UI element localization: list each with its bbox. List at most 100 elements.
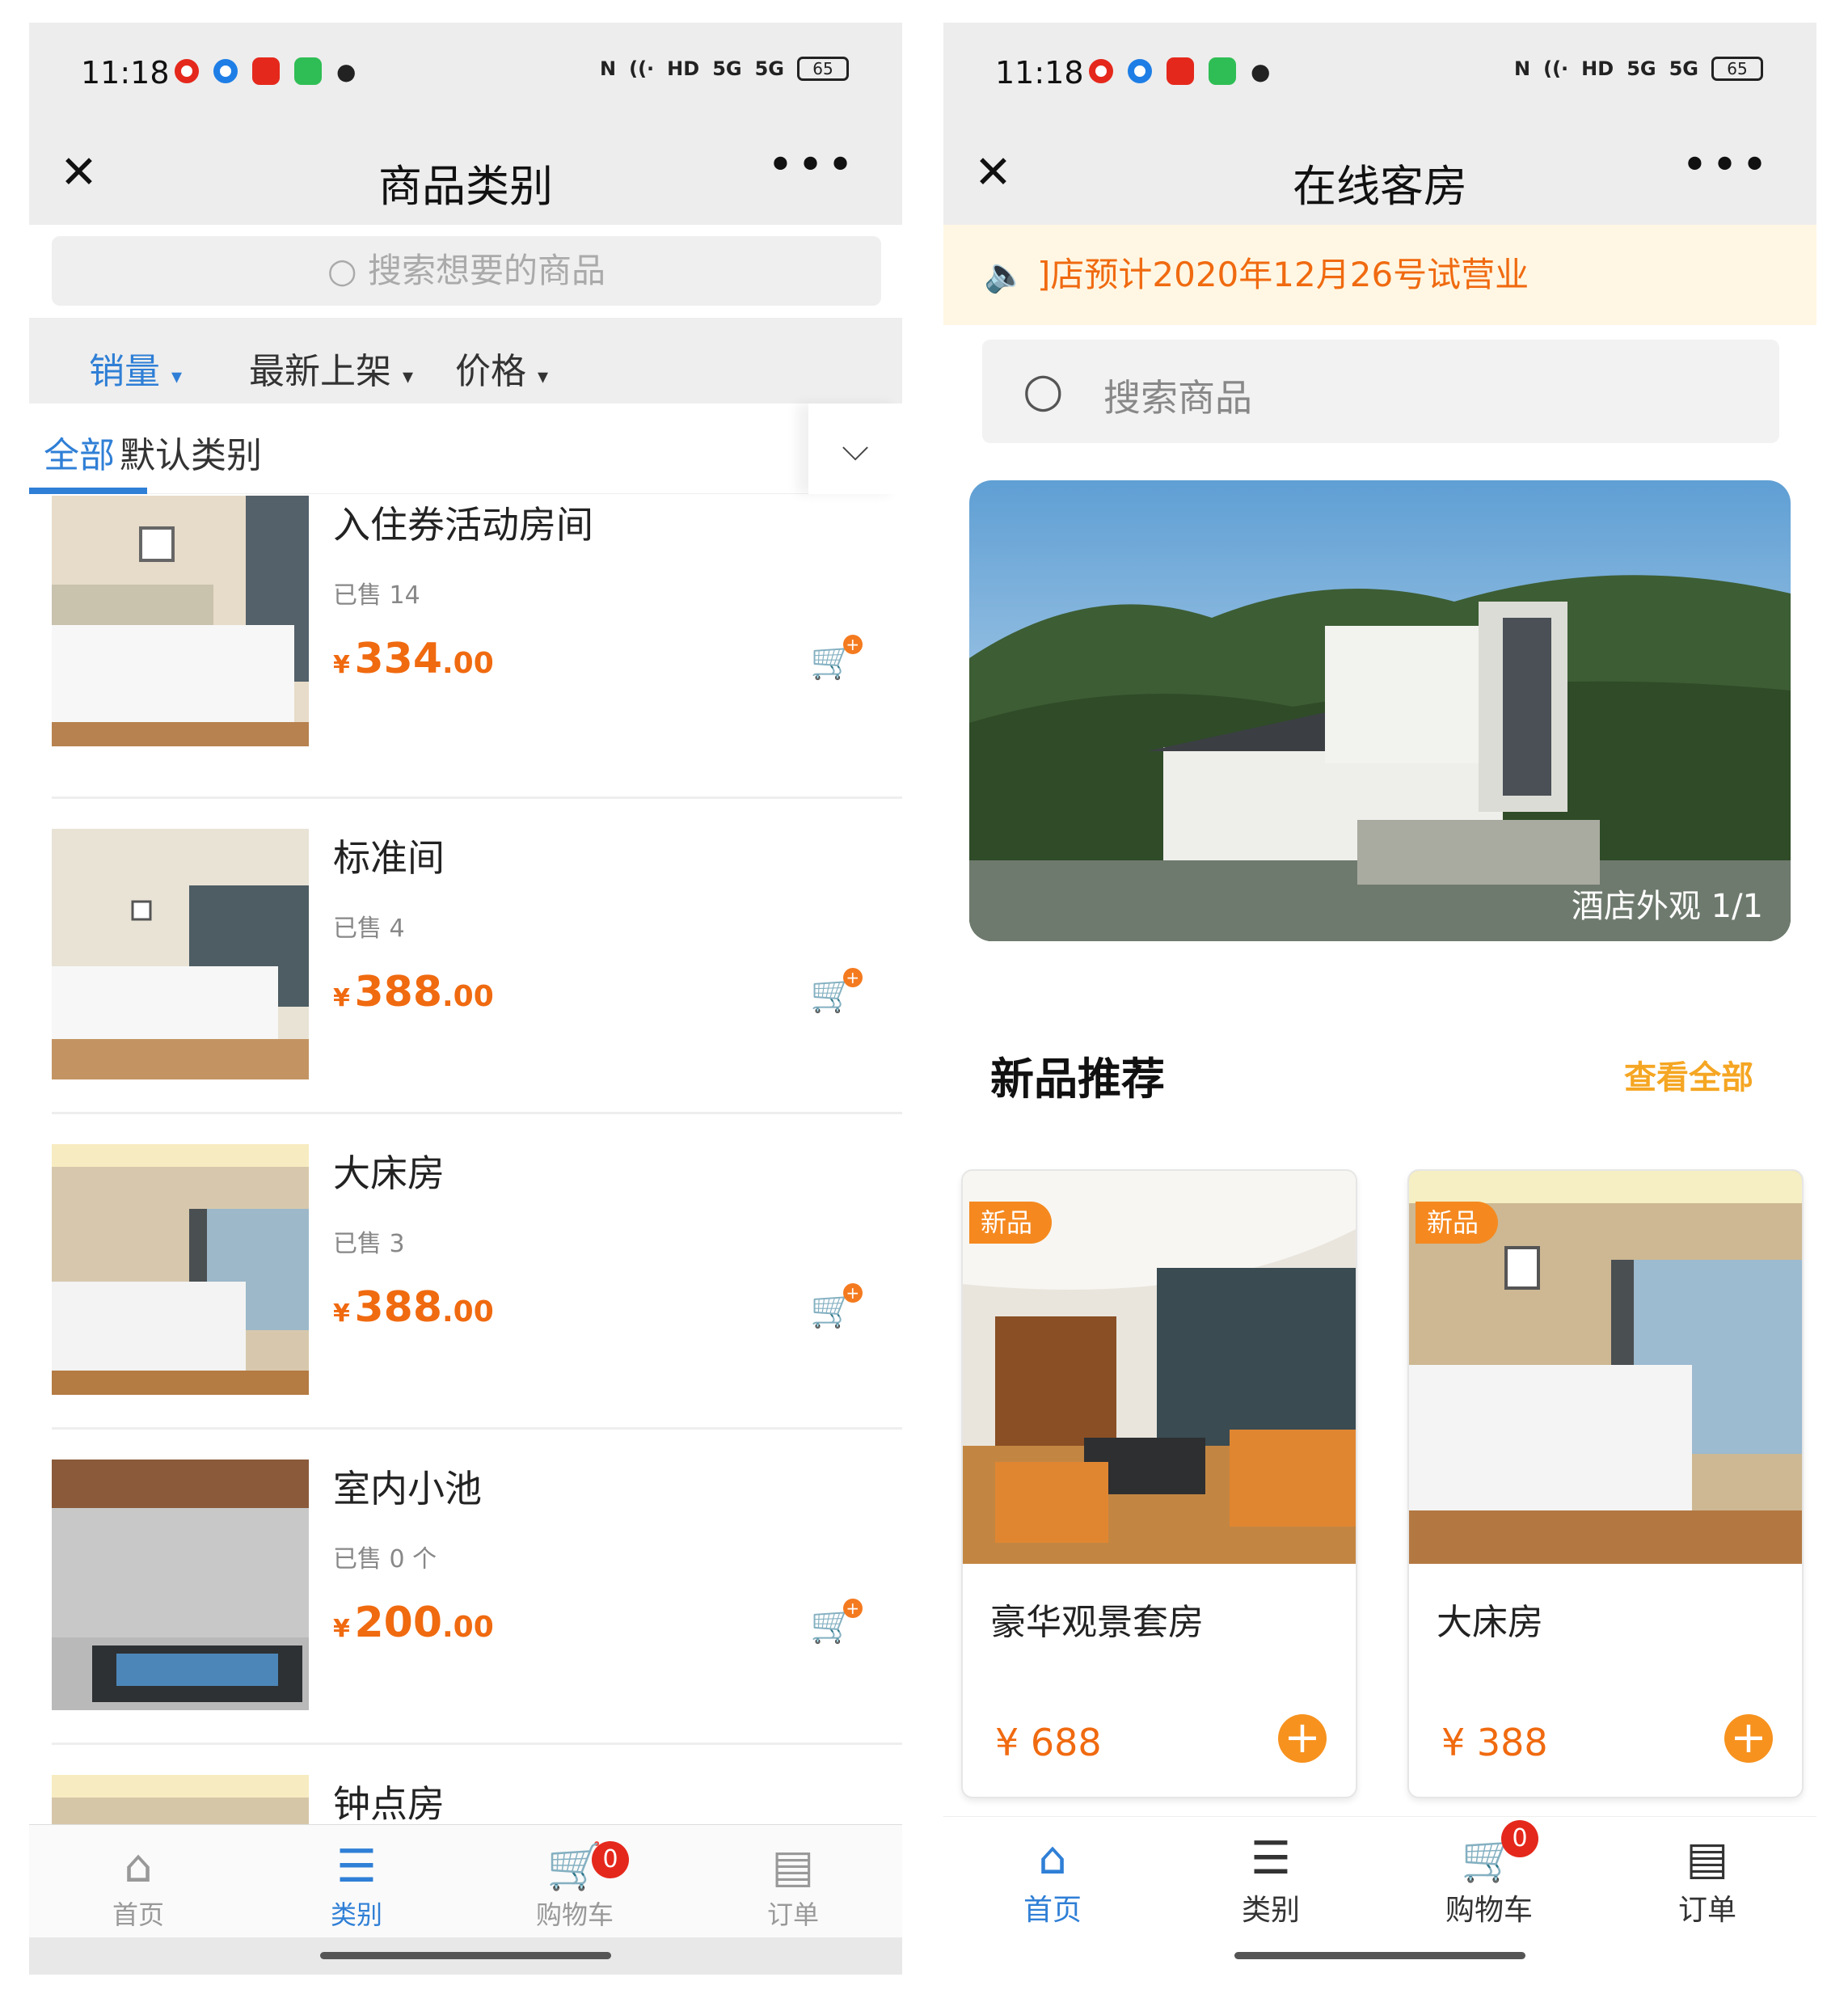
product-price: ¥ 334.00: [333, 635, 494, 683]
product-sold: 已售 14: [333, 581, 420, 610]
hd-icon: HD: [667, 57, 700, 80]
more-notifications-icon: ●: [1251, 57, 1271, 85]
add-to-cart-button[interactable]: 🛒 +: [810, 635, 863, 682]
more-notifications-icon: ●: [336, 57, 357, 85]
sort-bar: 销量 ▾ 最新上架 ▾ 价格 ▾: [29, 318, 902, 403]
product-name: 大床房: [333, 1151, 445, 1195]
product-image: 新品: [963, 1171, 1356, 1564]
app-notification-icon: [1167, 57, 1194, 85]
banner-caption: 酒店外观 1/1: [1571, 888, 1763, 925]
product-sold: 已售 0 个: [333, 1545, 437, 1574]
list-item[interactable]: 大床房 已售 3 ¥ 388.00 🛒 +: [52, 1114, 902, 1430]
nfc-icon: N: [1514, 57, 1531, 80]
sort-by-sales[interactable]: 销量 ▾: [89, 342, 182, 394]
product-sold: 已售 4: [333, 915, 405, 943]
status-bar: 11:18 ● N ((· HD 5G 5G 65: [943, 23, 1816, 120]
nav-category[interactable]: ☰ 类别: [247, 1825, 466, 1938]
phone-icon: [1209, 57, 1236, 85]
home-indicator: [29, 1937, 902, 1975]
sort-by-price[interactable]: 价格 ▾: [455, 342, 548, 394]
banner-counter: 1/1: [1711, 888, 1763, 925]
app-notification-icon: [213, 59, 238, 83]
app-notification-icon: [1089, 59, 1113, 83]
search-input[interactable]: ○ 搜索想要的商品: [52, 236, 881, 306]
nav-orders[interactable]: ▤ 订单: [684, 1825, 902, 1938]
bottom-nav: ⌂ 首页 ☰ 类别 🛒 购物车 0 ▤ 订单: [943, 1816, 1816, 1937]
nav-orders[interactable]: ▤ 订单: [1598, 1817, 1816, 1930]
signal-icon: 5G: [712, 57, 742, 80]
section-title: 新品推荐: [990, 1054, 1165, 1105]
cart-icon: 🛒: [546, 1840, 603, 1893]
signal-icon: 5G: [1626, 57, 1656, 80]
product-card[interactable]: 新品 豪华观景套房 ¥ 688 +: [961, 1169, 1357, 1798]
product-price: ¥ 388.00: [333, 968, 494, 1016]
tab-default-category[interactable]: 默认类别: [120, 426, 262, 478]
search-input[interactable]: ○ 搜索商品: [982, 340, 1779, 443]
more-icon[interactable]: •••: [767, 139, 857, 192]
app-notification-icon: [1128, 59, 1152, 83]
product-name: 标准间: [333, 836, 445, 880]
cart-badge: 0: [1501, 1820, 1538, 1857]
phone-icon: [294, 57, 322, 85]
chevron-down-icon[interactable]: ⌵: [808, 403, 902, 494]
category-tabs: 全部 默认类别 ⌵: [29, 403, 902, 494]
product-card[interactable]: 新品 大床房 ¥ 388 +: [1407, 1169, 1804, 1798]
battery-icon: 65: [797, 57, 849, 81]
announcement-bar[interactable]: 🔈 ]店预计2020年12月26号试营业: [943, 225, 1816, 325]
product-image: 新品: [1409, 1171, 1802, 1564]
nav-home[interactable]: ⌂ 首页: [943, 1817, 1162, 1930]
card-product-name: 大床房: [1437, 1602, 1543, 1643]
nav-category[interactable]: ☰ 类别: [1162, 1817, 1380, 1930]
list-item[interactable]: 室内小池 已售 0 个 ¥ 200.00 🛒 +: [52, 1430, 902, 1745]
title-bar: ✕ 商品类别 •••: [29, 120, 902, 225]
product-sold: 已售 3: [333, 1230, 405, 1258]
card-product-price: ¥ 388: [1441, 1721, 1548, 1764]
status-time: 11:18: [995, 55, 1084, 91]
card-product-price: ¥ 688: [995, 1721, 1102, 1764]
more-icon[interactable]: •••: [1681, 139, 1771, 192]
category-icon: ☰: [1250, 1832, 1292, 1885]
nav-cart[interactable]: 🛒 购物车 0: [466, 1825, 684, 1938]
app-notification-icon: [175, 59, 199, 83]
product-name: 室内小池: [333, 1467, 482, 1510]
order-icon: ▤: [1686, 1832, 1729, 1885]
home-icon: ⌂: [124, 1840, 153, 1893]
cart-icon: 🛒: [1461, 1832, 1517, 1885]
list-item[interactable]: 入住券活动房间 已售 14 ¥ 334.00 🛒 +: [52, 496, 902, 799]
status-bar: 11:18 ● N ((· HD 5G 5G 65: [29, 23, 902, 120]
product-image: [52, 829, 309, 1079]
sort-by-newest[interactable]: 最新上架 ▾: [249, 342, 413, 394]
search-placeholder: 搜索商品: [1103, 376, 1252, 420]
cart-badge: 0: [592, 1841, 629, 1878]
add-to-cart-button[interactable]: +: [1278, 1714, 1327, 1763]
product-price: ¥ 200.00: [333, 1599, 494, 1647]
product-price: ¥ 388.00: [333, 1283, 494, 1332]
nav-home[interactable]: ⌂ 首页: [29, 1825, 247, 1938]
nav-cart[interactable]: 🛒 购物车 0: [1380, 1817, 1598, 1930]
tab-all[interactable]: 全部: [44, 426, 115, 478]
title-bar: ✕ 在线客房 •••: [943, 120, 1816, 225]
home-indicator: [943, 1937, 1816, 1975]
card-product-name: 豪华观景套房: [990, 1602, 1204, 1643]
bottom-nav: ⌂ 首页 ☰ 类别 🛒 购物车 0 ▤ 订单: [29, 1824, 902, 1937]
search-icon: ○: [327, 251, 357, 290]
product-list[interactable]: 入住券活动房间 已售 14 ¥ 334.00 🛒 + 标准间 已售 4 ¥ 388…: [29, 496, 902, 1846]
order-icon: ▤: [771, 1840, 815, 1893]
wifi-icon: ((·: [629, 57, 655, 80]
view-all-link[interactable]: 查看全部: [1624, 1051, 1753, 1098]
active-tab-indicator: [29, 488, 147, 494]
list-item[interactable]: 标准间 已售 4 ¥ 388.00 🛒 +: [52, 799, 902, 1114]
add-to-cart-button[interactable]: 🛒 +: [810, 968, 863, 1015]
banner-carousel[interactable]: 酒店外观 1/1: [969, 480, 1791, 941]
announcement-text: ]店预计2020年12月26号试营业: [1037, 255, 1529, 294]
hotel-home-screen: 11:18 ● N ((· HD 5G 5G 65 ✕ 在线客房 ••• 🔈 ]…: [943, 23, 1816, 1975]
add-to-cart-button[interactable]: 🛒 +: [810, 1599, 863, 1645]
category-icon: ☰: [335, 1840, 378, 1893]
add-to-cart-button[interactable]: +: [1724, 1714, 1773, 1763]
signal-icon: 5G: [754, 57, 784, 80]
hd-icon: HD: [1581, 57, 1614, 80]
product-image: [52, 1460, 309, 1710]
product-image: [52, 1144, 309, 1395]
add-to-cart-button[interactable]: 🛒 +: [810, 1283, 863, 1330]
search-placeholder: 搜索想要的商品: [368, 251, 606, 290]
